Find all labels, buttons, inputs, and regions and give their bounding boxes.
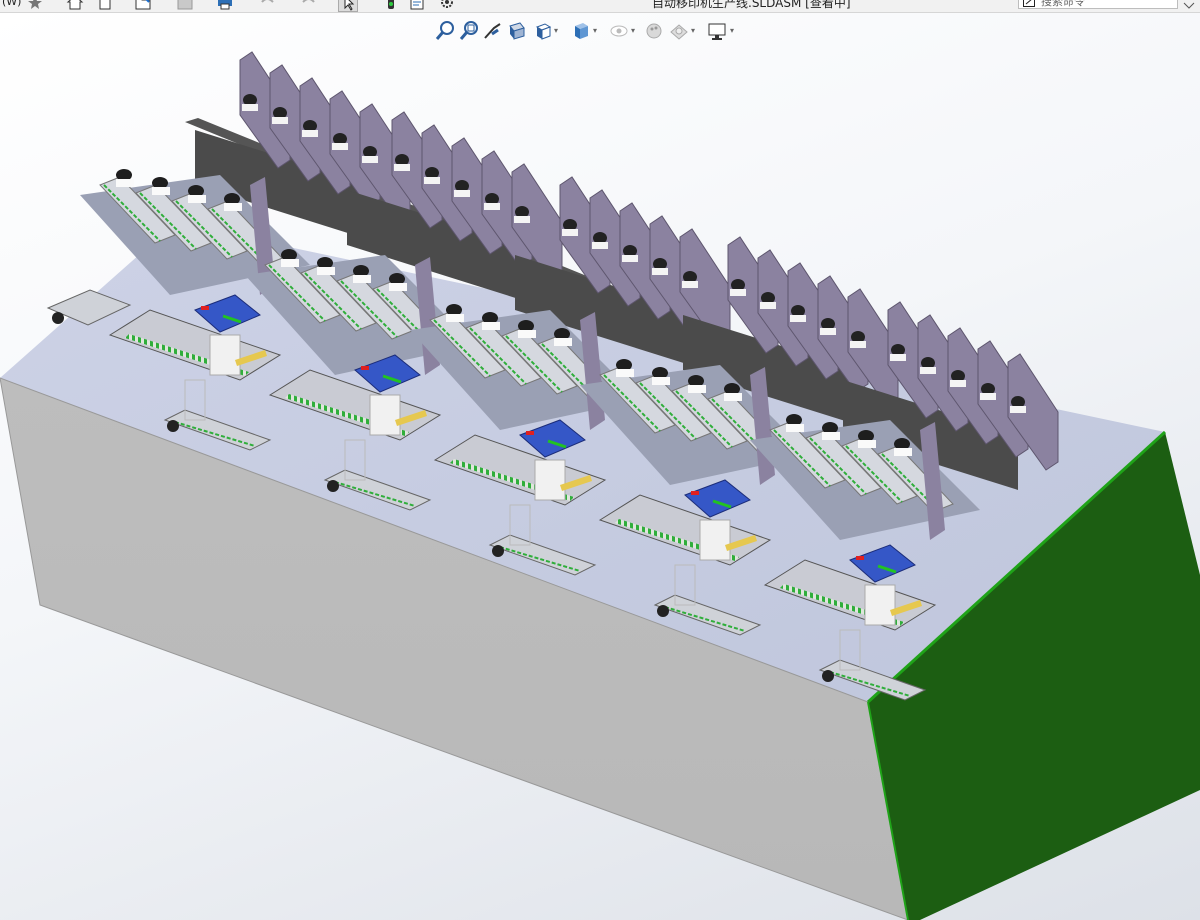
hide-show-items-icon[interactable] xyxy=(608,20,630,42)
back-bracket xyxy=(652,268,668,275)
apply-scene-caret-icon[interactable]: ▾ xyxy=(691,26,695,35)
previous-view-icon[interactable] xyxy=(482,20,504,42)
feed-motor xyxy=(822,670,834,682)
station-motor-cap xyxy=(526,431,534,435)
back-bracket xyxy=(332,143,348,150)
back-bracket xyxy=(850,341,866,348)
station-fixture xyxy=(699,519,731,561)
station-motor-cap xyxy=(691,491,699,495)
back-bracket xyxy=(622,255,638,262)
mid-bracket xyxy=(518,330,536,338)
back-bracket xyxy=(1010,406,1026,413)
station-motor-cap xyxy=(361,366,369,370)
mid-bracket xyxy=(858,440,876,448)
station-fixture xyxy=(209,334,241,376)
back-bracket xyxy=(484,203,500,210)
assembly-model xyxy=(0,51,1200,920)
feed-motor xyxy=(327,480,339,492)
back-bracket xyxy=(920,367,936,374)
graphics-viewport[interactable] xyxy=(0,13,1200,920)
back-bracket xyxy=(980,393,996,400)
mid-bracket xyxy=(446,314,464,322)
back-bracket xyxy=(394,164,410,171)
back-bracket xyxy=(890,354,906,361)
station-motor-cap xyxy=(201,306,209,310)
back-bracket xyxy=(514,216,530,223)
zoom-to-fit-icon[interactable] xyxy=(434,20,456,42)
view-orientation-caret-icon[interactable]: ▾ xyxy=(554,26,558,35)
mid-bracket xyxy=(353,275,371,283)
station-motor-cap xyxy=(856,556,864,560)
back-bracket xyxy=(820,328,836,335)
view-heads-up-toolbar: ▾ ▾ ▾ ▾ ▾ xyxy=(434,20,744,44)
display-style-icon[interactable] xyxy=(570,20,592,42)
mid-bracket xyxy=(389,283,407,291)
back-bracket xyxy=(362,156,378,163)
back-bracket xyxy=(242,104,258,111)
section-view-icon[interactable] xyxy=(506,20,528,42)
view-settings-caret-icon[interactable]: ▾ xyxy=(730,26,734,35)
apply-scene-icon[interactable] xyxy=(668,20,690,42)
back-bracket xyxy=(454,190,470,197)
back-bracket xyxy=(760,302,776,309)
view-orientation-icon[interactable] xyxy=(532,20,554,42)
feed-motor xyxy=(657,605,669,617)
feed-motor xyxy=(492,545,504,557)
left-end-motor xyxy=(52,312,64,324)
mid-bracket xyxy=(281,259,299,267)
mid-bracket xyxy=(688,385,706,393)
back-bracket xyxy=(592,242,608,249)
station-fixture xyxy=(369,394,401,436)
back-bracket xyxy=(272,117,288,124)
display-style-caret-icon[interactable]: ▾ xyxy=(593,26,597,35)
mid-bracket xyxy=(224,203,242,211)
mid-bracket xyxy=(894,448,912,456)
zoom-to-area-icon[interactable] xyxy=(458,20,480,42)
mid-bracket xyxy=(116,179,134,187)
mid-bracket xyxy=(554,338,572,346)
back-bracket xyxy=(424,177,440,184)
edit-appearance-icon[interactable] xyxy=(644,20,666,42)
back-bracket xyxy=(730,289,746,296)
mid-bracket xyxy=(152,187,170,195)
mid-bracket xyxy=(724,393,742,401)
station-fixture xyxy=(534,459,566,501)
mid-bracket xyxy=(786,424,804,432)
hide-show-caret-icon[interactable]: ▾ xyxy=(631,26,635,35)
mid-bracket xyxy=(652,377,670,385)
back-bracket xyxy=(790,315,806,322)
mid-bracket xyxy=(822,432,840,440)
mid-bracket xyxy=(482,322,500,330)
back-bracket xyxy=(562,229,578,236)
back-bracket xyxy=(302,130,318,137)
station-fixture xyxy=(864,584,896,626)
feed-motor xyxy=(167,420,179,432)
mid-bracket xyxy=(317,267,335,275)
view-settings-icon[interactable] xyxy=(706,20,728,42)
mid-bracket xyxy=(616,369,634,377)
back-bracket xyxy=(950,380,966,387)
back-bracket xyxy=(682,281,698,288)
mid-bracket xyxy=(188,195,206,203)
